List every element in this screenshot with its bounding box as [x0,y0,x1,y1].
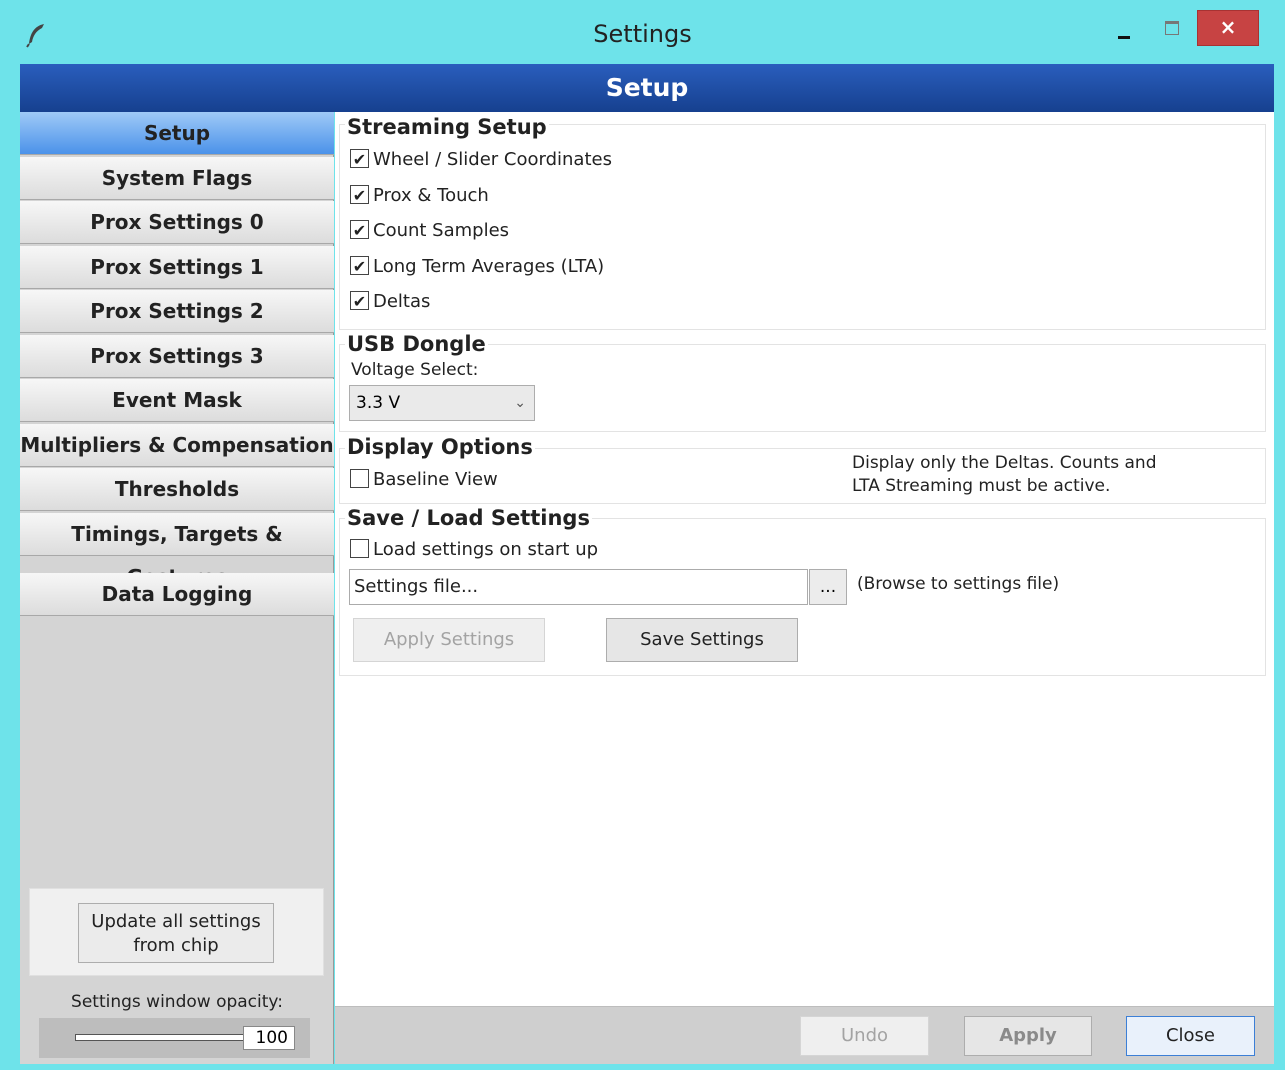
checkbox-checked-icon[interactable]: ✔ [350,255,369,276]
sidebar: Setup System Flags Prox Settings 0 Prox … [20,112,334,1064]
setup-content: Streaming Setup ✔ Wheel / Slider Coordina… [335,112,1274,1006]
settings-file-input[interactable]: Settings file... [349,569,808,605]
option-load-on-start[interactable]: Load settings on start up [350,538,598,562]
usb-dongle-title: USB Dongle [345,332,488,356]
option-baseline-view[interactable]: Baseline View [350,468,498,492]
option-label: Load settings on start up [373,539,599,560]
option-label: Count Samples [373,220,510,241]
streaming-setup-title: Streaming Setup [345,115,549,139]
save-settings-button[interactable]: Save Settings [606,618,798,662]
option-label: Baseline View [373,469,498,490]
option-deltas[interactable]: ✔ Deltas [350,290,430,314]
option-label: Prox & Touch [373,185,489,206]
checkbox-checked-icon[interactable]: ✔ [350,219,369,240]
footer-bar: Undo Apply Close [335,1006,1274,1064]
checkbox-checked-icon[interactable]: ✔ [350,184,369,205]
update-from-chip-button[interactable]: Update all settings from chip [78,903,274,963]
settings-window: Settings × Setup Setup System Flags Prox… [0,0,1285,1070]
window-title: Settings [593,20,692,48]
apply-settings-button[interactable]: Apply Settings [353,618,545,662]
opacity-value[interactable]: 100 [243,1026,295,1050]
update-button-line2: from chip [133,935,219,956]
close-window-button[interactable]: × [1197,10,1259,46]
display-note-line2: LTA Streaming must be active. [852,476,1111,496]
close-icon: × [1219,15,1237,39]
sidebar-item-timings[interactable]: Timings, Targets & Gestures [20,513,334,589]
voltage-select[interactable]: 3.3 V ⌄ [349,385,535,421]
chevron-down-icon: ⌄ [514,395,526,411]
checkbox-unchecked-icon[interactable] [350,468,369,488]
sidebar-item-event-mask[interactable]: Event Mask [20,379,334,422]
sidebar-item-prox-settings-0[interactable]: Prox Settings 0 [20,201,334,244]
option-prox-touch[interactable]: ✔ Prox & Touch [350,184,489,208]
sidebar-item-thresholds[interactable]: Thresholds [20,468,334,511]
opacity-label: Settings window opacity: [71,992,283,1012]
option-label: Long Term Averages (LTA) [373,256,605,277]
checkbox-checked-icon[interactable]: ✔ [350,290,369,311]
option-label: Deltas [373,291,431,312]
option-lta[interactable]: ✔ Long Term Averages (LTA) [350,255,604,279]
browse-hint: (Browse to settings file) [857,574,1060,594]
option-count-samples[interactable]: ✔ Count Samples [350,219,509,243]
undo-button[interactable]: Undo [800,1016,929,1056]
display-note: Display only the Deltas. Counts and LTA … [852,452,1156,498]
voltage-value: 3.3 V [356,393,401,413]
maximize-button[interactable] [1152,10,1192,46]
sidebar-item-prox-settings-1[interactable]: Prox Settings 1 [20,246,334,289]
minimize-button[interactable] [1105,10,1145,46]
display-options-title: Display Options [345,435,535,459]
update-button-line1: Update all settings [91,911,261,932]
close-button[interactable]: Close [1126,1016,1255,1056]
page-banner: Setup [20,64,1274,112]
sidebar-item-system-flags[interactable]: System Flags [20,157,334,200]
browse-button[interactable]: ... [809,569,847,605]
sidebar-item-data-logging[interactable]: Data Logging [20,573,334,616]
save-load-title: Save / Load Settings [345,506,592,530]
option-wheel-slider[interactable]: ✔ Wheel / Slider Coordinates [350,148,612,172]
apply-button[interactable]: Apply [964,1016,1092,1056]
sidebar-item-multipliers[interactable]: Multipliers & Compensation [20,424,334,467]
sidebar-item-prox-settings-2[interactable]: Prox Settings 2 [20,290,334,333]
opacity-slider[interactable] [75,1034,245,1041]
title-bar[interactable]: Settings × [0,0,1285,64]
sidebar-item-prox-settings-3[interactable]: Prox Settings 3 [20,335,334,378]
display-note-line1: Display only the Deltas. Counts and [852,453,1157,473]
checkbox-unchecked-icon[interactable] [350,538,369,558]
option-label: Wheel / Slider Coordinates [373,149,612,170]
opacity-control: 100 [39,1018,310,1058]
update-panel: Update all settings from chip [29,888,324,976]
voltage-select-label: Voltage Select: [351,360,479,380]
sidebar-item-setup[interactable]: Setup [20,112,334,155]
checkbox-checked-icon[interactable]: ✔ [350,148,369,169]
